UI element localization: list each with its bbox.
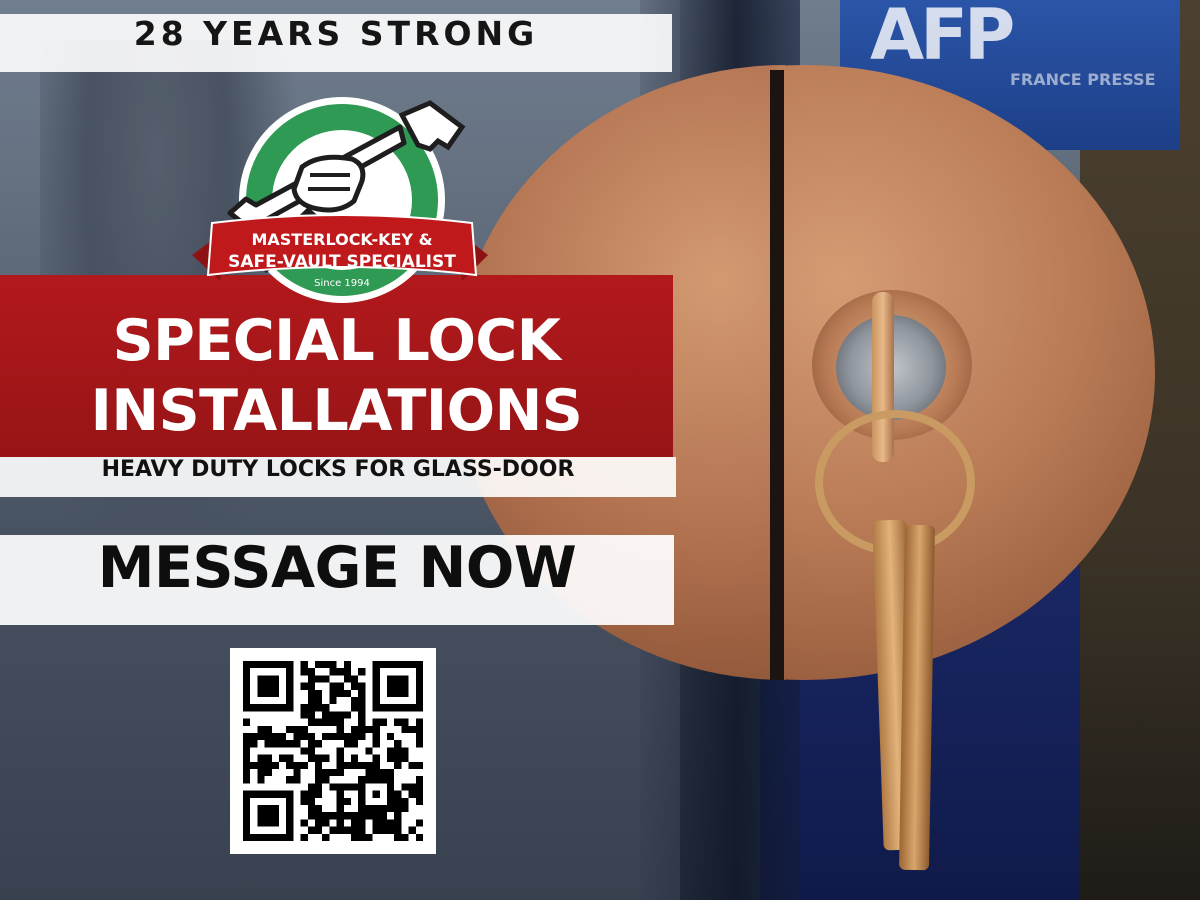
logo-since: Since 1994 — [314, 278, 370, 289]
headline-line-2: INSTALLATIONS — [90, 378, 583, 444]
hanging-key — [898, 524, 936, 871]
headline-line-1: SPECIAL LOCK — [112, 308, 561, 374]
logo-graphic: MASTERLOCK-KEY & SAFE-VAULT SPECIALIST S… — [192, 97, 488, 303]
poster-subtext: FRANCE PRESSE — [1010, 70, 1156, 89]
poster-logo-text: AFP — [870, 0, 1015, 76]
company-logo: MASTERLOCK-KEY & SAFE-VAULT SPECIALIST S… — [190, 95, 490, 310]
subtitle-text: HEAVY DUTY LOCKS FOR GLASS-DOOR — [101, 457, 575, 482]
message-now-banner[interactable]: MESSAGE NOW — [0, 535, 674, 625]
qr-code-icon — [243, 661, 423, 841]
message-now-text: MESSAGE NOW — [97, 535, 577, 601]
qr-code[interactable] — [230, 648, 436, 854]
logo-line-1: MASTERLOCK-KEY & — [251, 230, 432, 249]
years-strong-text: 28 YEARS STRONG — [133, 14, 539, 53]
years-banner: 28 YEARS STRONG — [0, 14, 672, 72]
logo-line-2: SAFE-VAULT SPECIALIST — [228, 252, 456, 272]
subtitle-banner: HEAVY DUTY LOCKS FOR GLASS-DOOR — [0, 457, 676, 497]
lock-seam — [770, 70, 784, 680]
